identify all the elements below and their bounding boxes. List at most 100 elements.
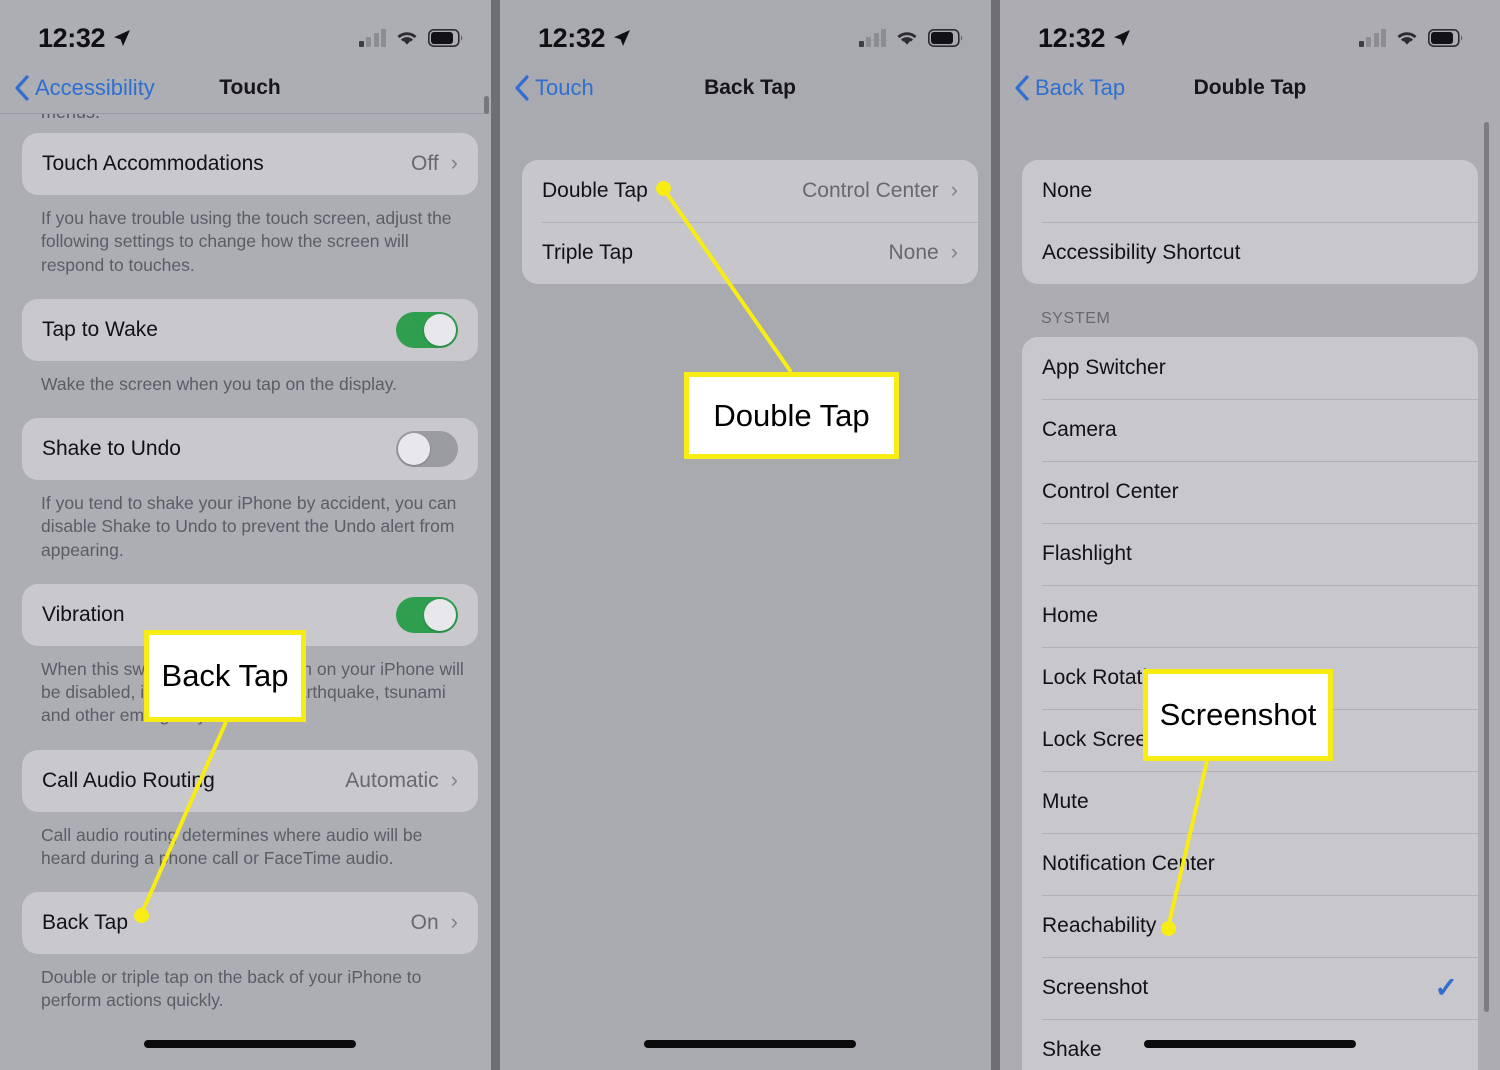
row-option-lock-screen[interactable]: Lock Screen xyxy=(1022,709,1478,771)
chevron-right-icon: › xyxy=(450,909,458,935)
home-indicator xyxy=(1144,1040,1356,1048)
chevron-left-icon xyxy=(1015,75,1029,101)
footnote-shake-to-undo: If you tend to shake your iPhone by acci… xyxy=(41,493,457,560)
group-touch-accommodations: Touch Accommodations Off › xyxy=(22,133,478,195)
home-indicator xyxy=(644,1040,856,1048)
phone-panel-back-tap: 12:32 Touch Back Tap Double Tap Control … xyxy=(500,0,1000,1070)
group-back-tap: Back Tap On › xyxy=(22,892,478,955)
group-basic-actions: None Accessibility Shortcut xyxy=(1022,160,1478,284)
chevron-left-icon xyxy=(515,75,529,101)
wifi-icon xyxy=(1397,32,1417,45)
nav-bar-back-tap: Touch Back Tap xyxy=(500,62,1000,114)
row-option-app-switcher[interactable]: App Switcher xyxy=(1022,337,1478,399)
row-label: Triple Tap xyxy=(542,241,634,264)
settings-list-touch: menus. Touch Accommodations Off › If you… xyxy=(0,114,500,1070)
cellular-signal-icon xyxy=(1358,28,1386,47)
row-option-accessibility-shortcut[interactable]: Accessibility Shortcut xyxy=(1022,222,1478,284)
row-option-camera[interactable]: Camera xyxy=(1022,399,1478,461)
clock-label: 12:32 xyxy=(538,22,606,53)
settings-list-back-tap: Double Tap Control Center › Triple Tap N… xyxy=(500,114,1000,1070)
row-label: Lock Screen xyxy=(1042,728,1159,751)
row-label: Flashlight xyxy=(1042,542,1132,565)
battery-full-icon xyxy=(928,29,963,47)
back-button-back-tap[interactable]: Back Tap xyxy=(1000,75,1125,101)
section-header-system: SYSTEM xyxy=(1041,310,1111,327)
phone-panel-touch-settings: 12:32 Accessibility Touch menus. Touch A… xyxy=(0,0,500,1070)
row-back-tap[interactable]: Back Tap On › xyxy=(22,892,478,954)
row-option-reachability[interactable]: Reachability xyxy=(1022,895,1478,957)
group-shake-to-undo: Shake to Undo xyxy=(22,418,478,481)
row-trailing: Off › xyxy=(411,152,458,176)
phone-panel-double-tap: 12:32 Back Tap Double Tap None Accessibi… xyxy=(1000,0,1500,1070)
row-option-screenshot[interactable]: Screenshot ✓ xyxy=(1022,957,1478,1019)
row-value: Control Center xyxy=(802,179,939,202)
chevron-right-icon: › xyxy=(450,150,458,175)
footnote-back-tap: Double or triple tap on the back of your… xyxy=(41,967,422,1011)
row-label: Double Tap xyxy=(542,179,648,202)
row-tap-to-wake[interactable]: Tap to Wake xyxy=(22,299,478,361)
row-value: On xyxy=(410,911,439,935)
toggle-shake-to-undo[interactable] xyxy=(396,431,458,468)
row-label: Home xyxy=(1042,604,1099,627)
row-call-audio-routing[interactable]: Call Audio Routing Automatic › xyxy=(22,750,478,812)
row-double-tap[interactable]: Double Tap Control Center › xyxy=(522,160,978,222)
chevron-left-icon xyxy=(15,75,29,101)
cellular-signal-icon xyxy=(858,28,886,47)
group-system-actions: App Switcher Camera Control Center Flash… xyxy=(1022,337,1478,1070)
row-label: Accessibility Shortcut xyxy=(1042,241,1241,264)
status-bar-clock-group: 12:32 xyxy=(1038,23,1132,54)
toggle-knob xyxy=(424,598,456,631)
row-label: Back Tap xyxy=(42,911,128,935)
scrollbar-panel-1[interactable] xyxy=(484,96,489,114)
row-option-flashlight[interactable]: Flashlight xyxy=(1022,523,1478,585)
action-options-list: None Accessibility Shortcut SYSTEM App S… xyxy=(1000,114,1500,1070)
row-option-notification-center[interactable]: Notification Center xyxy=(1022,833,1478,895)
row-value: Off xyxy=(411,152,439,175)
clock-label: 12:32 xyxy=(1038,22,1106,53)
row-option-mute[interactable]: Mute xyxy=(1022,771,1478,833)
row-option-lock-rotation[interactable]: Lock Rotation xyxy=(1022,647,1478,709)
row-label: Screenshot xyxy=(1042,976,1149,999)
wifi-icon xyxy=(397,32,417,45)
toggle-vibration[interactable] xyxy=(396,596,458,633)
row-label: Camera xyxy=(1042,418,1117,441)
status-bar: 12:32 xyxy=(0,0,500,62)
footnote-tap-to-wake: Wake the screen when you tap on the disp… xyxy=(41,373,398,394)
row-vibration[interactable]: Vibration xyxy=(22,584,478,646)
location-arrow-icon xyxy=(1114,30,1131,46)
back-button-accessibility[interactable]: Accessibility xyxy=(0,75,155,101)
toggle-tap-to-wake[interactable] xyxy=(396,311,458,348)
row-option-control-center[interactable]: Control Center xyxy=(1022,461,1478,523)
chevron-right-icon: › xyxy=(950,239,958,264)
group-vibration: Vibration xyxy=(22,583,478,646)
row-label: Touch Accommodations xyxy=(42,152,264,175)
footnote-touch-accommodations: If you have trouble using the touch scre… xyxy=(41,208,452,275)
status-bar-indicators xyxy=(358,28,465,47)
row-trailing: On › xyxy=(411,911,458,935)
back-button-label: Back Tap xyxy=(1035,75,1126,100)
status-bar-clock-group: 12:32 xyxy=(538,23,632,54)
row-label: Notification Center xyxy=(1042,852,1215,875)
back-button-label: Accessibility xyxy=(35,75,155,100)
battery-full-icon xyxy=(1428,29,1463,47)
row-option-none[interactable]: None xyxy=(1022,160,1478,222)
location-arrow-icon xyxy=(614,30,631,46)
row-label: Shake xyxy=(1042,1038,1102,1061)
row-triple-tap[interactable]: Triple Tap None › xyxy=(522,222,978,284)
group-tap-actions: Double Tap Control Center › Triple Tap N… xyxy=(522,160,978,284)
row-value: None xyxy=(888,241,939,264)
status-bar-indicators xyxy=(1358,28,1465,47)
battery-full-icon xyxy=(428,29,463,47)
status-bar-indicators xyxy=(858,28,965,47)
row-option-home[interactable]: Home xyxy=(1022,585,1478,647)
row-label: Control Center xyxy=(1042,480,1179,503)
group-tap-to-wake: Tap to Wake xyxy=(22,298,478,361)
row-shake-to-undo[interactable]: Shake to Undo xyxy=(22,418,478,480)
chevron-right-icon: › xyxy=(950,177,958,202)
back-button-touch[interactable]: Touch xyxy=(500,75,594,101)
row-label: App Switcher xyxy=(1042,356,1166,379)
row-touch-accommodations[interactable]: Touch Accommodations Off › xyxy=(22,133,478,195)
group-call-audio-routing: Call Audio Routing Automatic › xyxy=(22,749,478,812)
cellular-signal-icon xyxy=(358,28,386,47)
chevron-right-icon: › xyxy=(450,766,458,792)
